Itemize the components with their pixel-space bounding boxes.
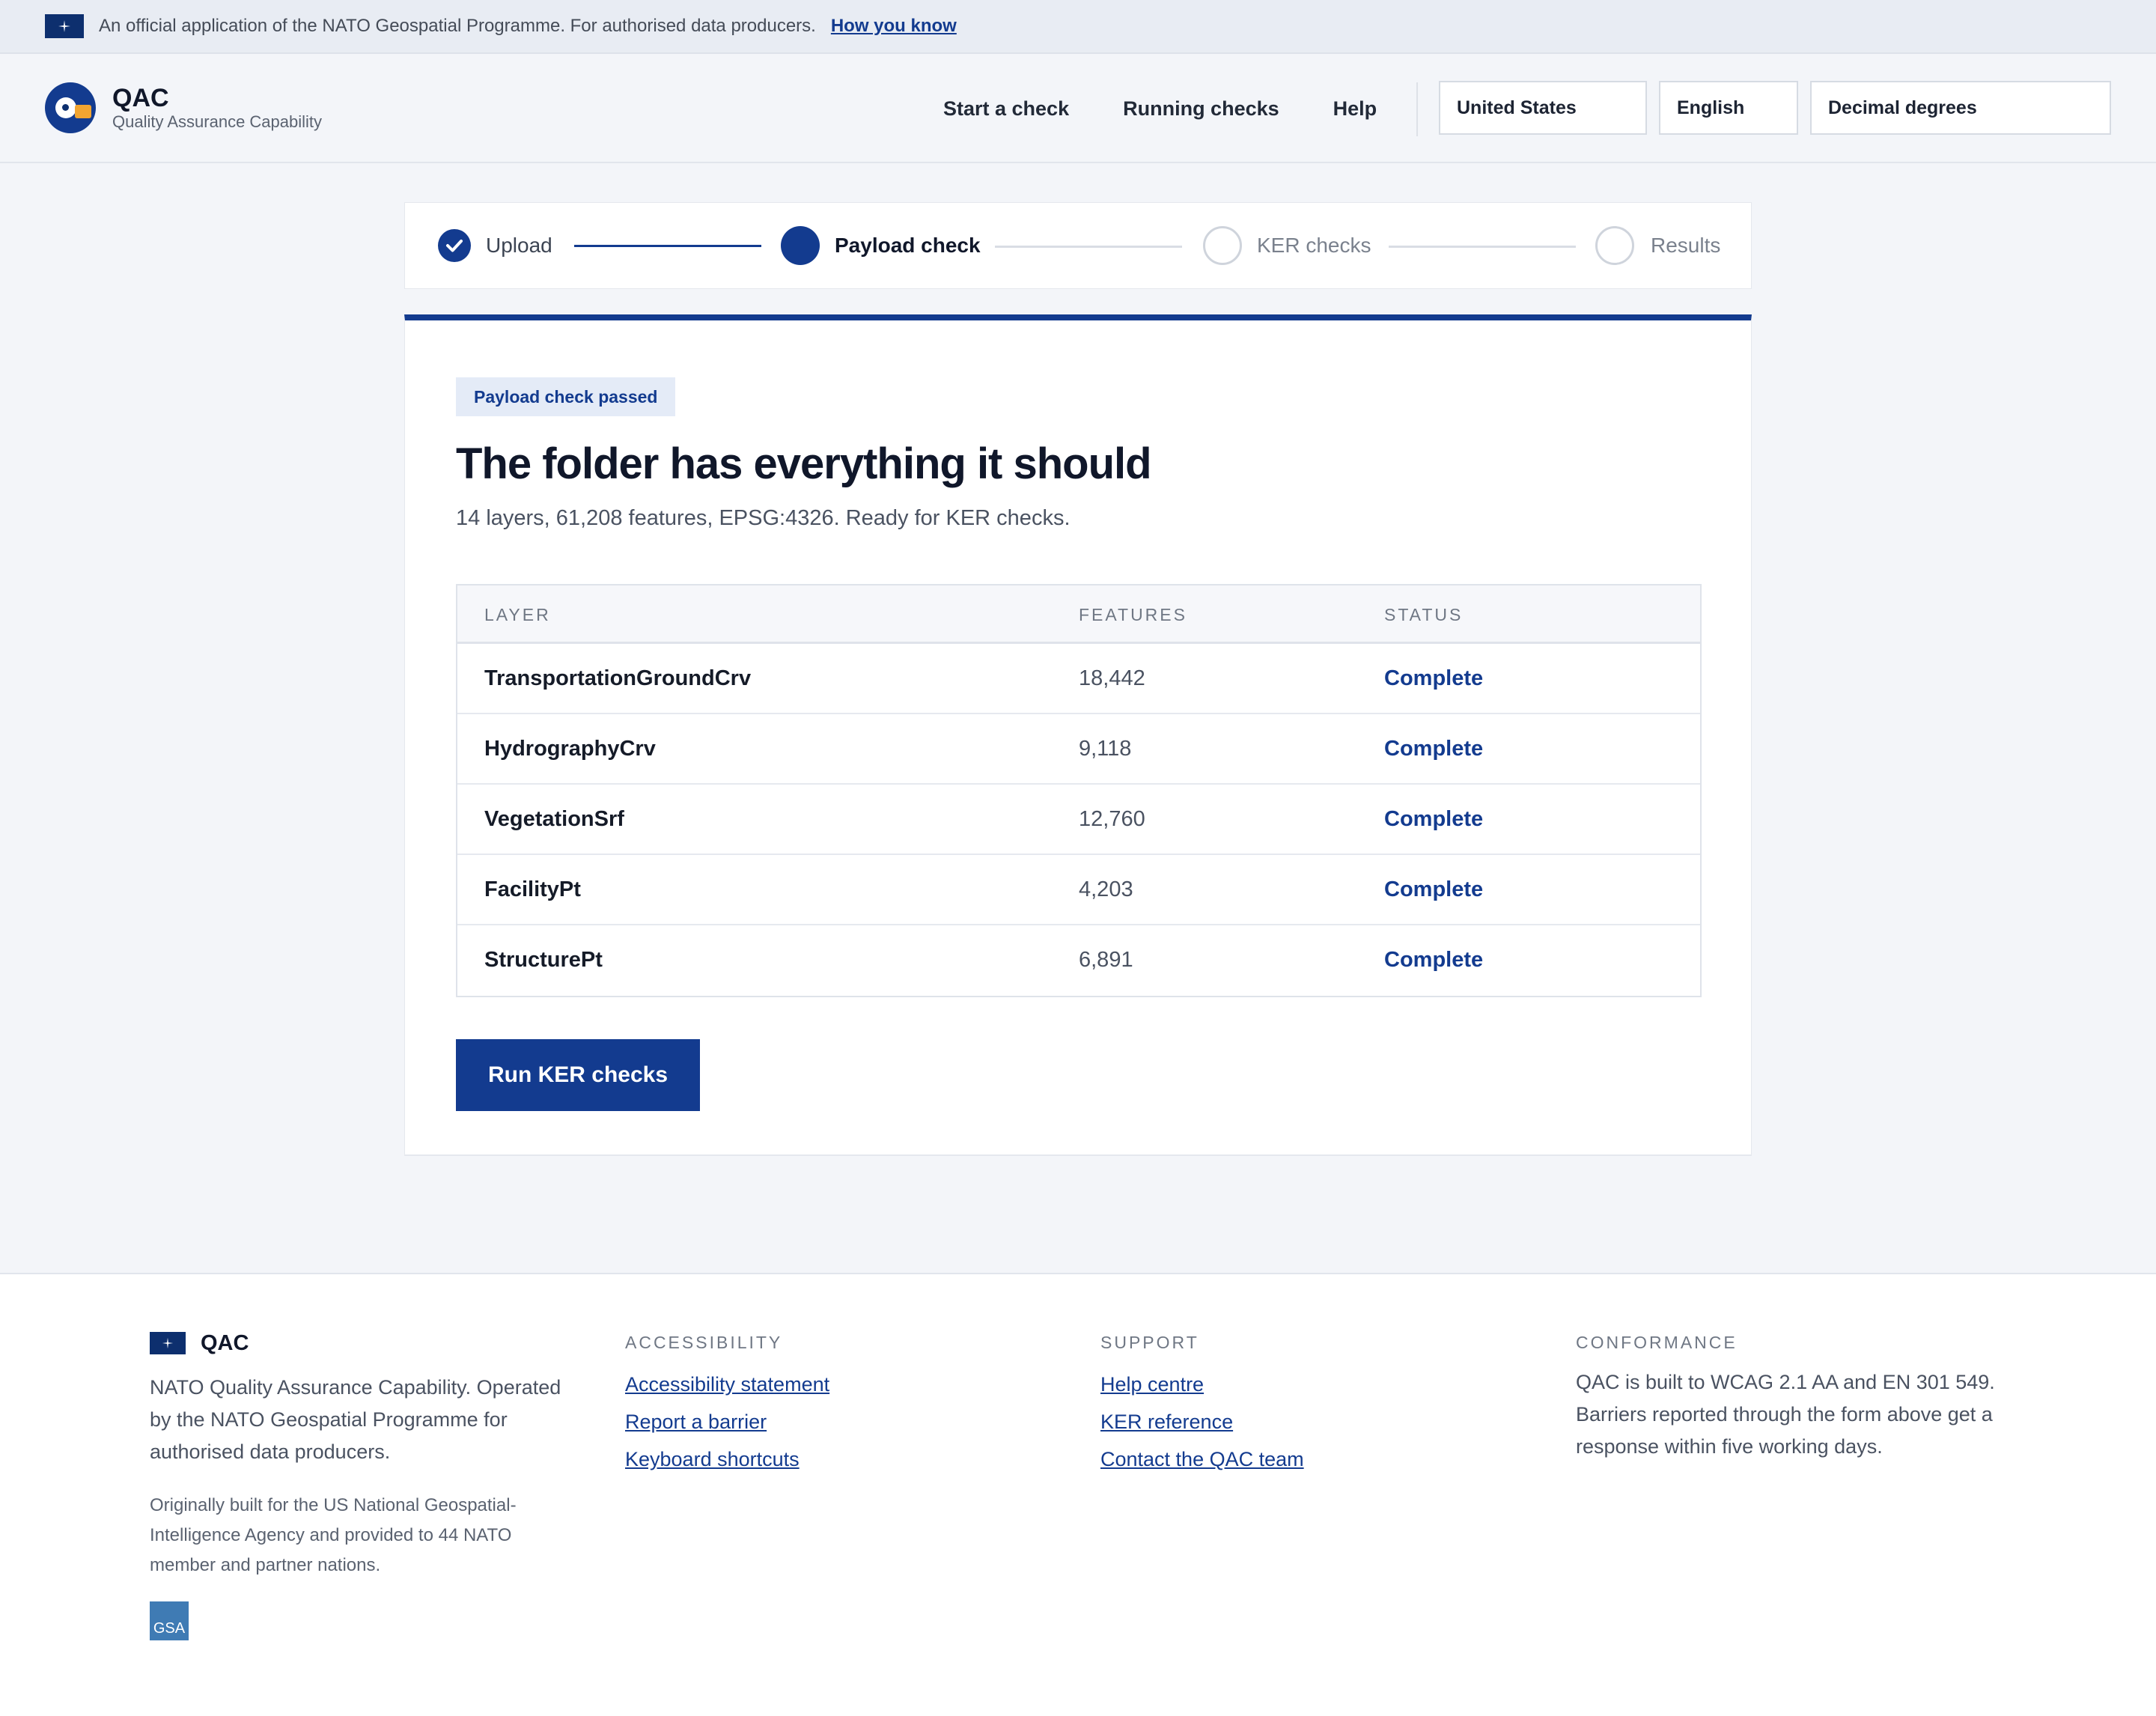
nav-help[interactable]: Help [1333,97,1377,121]
contact-team-link[interactable]: Contact the QAC team [1100,1447,1304,1471]
official-banner: An official application of the NATO Geos… [0,0,2156,54]
table-row: HydrographyCrv 9,118 Complete [457,714,1700,785]
footer-support: SUPPORT Help centre KER reference Contac… [1100,1331,1304,1471]
layer-status: Complete [1384,807,1484,831]
banner-text: An official application of the NATO Geos… [99,16,816,36]
page-summary: 14 layers, 61,208 features, EPSG:4326. R… [456,506,1071,530]
nav-running-checks[interactable]: Running checks [1123,97,1279,121]
table-row: TransportationGroundCrv 18,442 Complete [457,644,1700,714]
step-connector-2 [995,246,1182,248]
feature-count: 4,203 [1079,877,1133,901]
column-header-features: FEATURES [1079,605,1187,624]
step-connector-3 [1389,246,1576,248]
qac-logo-icon[interactable] [45,82,96,133]
table-header: LAYER FEATURES STATUS [457,585,1700,644]
page-title: The folder has everything it should [456,439,1152,488]
country-select[interactable]: United States [1439,81,1647,135]
step-pending-icon [1595,226,1634,265]
column-header-status: STATUS [1384,605,1464,624]
feature-count: 12,760 [1079,807,1145,831]
layer-status: Complete [1384,948,1484,972]
step-payload-check: Payload check [835,234,981,257]
main-nav: Start a check Running checks Help [943,54,1377,163]
accessibility-statement-link[interactable]: Accessibility statement [625,1372,829,1396]
layer-name: FacilityPt [484,877,581,901]
layer-status: Complete [1384,877,1484,901]
progress-stepper: Upload Payload check KER checks Results [404,202,1752,289]
brand-subtitle: Quality Assurance Capability [112,112,323,131]
how-you-know-link[interactable]: How you know [831,16,957,37]
step-ker-checks: KER checks [1257,234,1371,257]
brand-title: QAC [112,84,169,112]
conformance-text: QAC is built to WCAG 2.1 AA and EN 301 5… [1576,1371,1995,1458]
feature-count: 9,118 [1079,737,1132,761]
footer-heading-accessibility: ACCESSIBILITY [625,1333,783,1352]
report-barrier-link[interactable]: Report a barrier [625,1410,829,1434]
layer-name: VegetationSrf [484,807,624,831]
coordinate-format-select[interactable]: Decimal degrees [1810,81,2111,135]
table-row: VegetationSrf 12,760 Complete [457,785,1700,855]
layer-status: Complete [1384,737,1484,761]
feature-count: 6,891 [1079,948,1133,972]
nato-flag-icon [45,14,84,38]
footer-brand: QAC [201,1330,249,1355]
footer-heading-conformance: CONFORMANCE [1576,1333,1738,1352]
column-header-layer: LAYER [484,605,551,624]
table-row: FacilityPt 4,203 Complete [457,855,1700,925]
footer-conformance: CONFORMANCE QAC is built to WCAG 2.1 AA … [1576,1331,2025,1463]
payload-result-card: Payload check passed The folder has ever… [404,314,1752,1156]
layers-table: LAYER FEATURES STATUS TransportationGrou… [456,584,1702,997]
table-row: StructurePt 6,891 Complete [457,925,1700,996]
site-footer: QAC NATO Quality Assurance Capability. O… [0,1273,2156,1716]
gsa-logo: GSA [150,1601,189,1640]
layer-name: HydrographyCrv [484,737,656,761]
layer-status: Complete [1384,666,1484,690]
footer-description: NATO Quality Assurance Capability. Opera… [150,1376,561,1463]
brand: QAC Quality Assurance Capability [112,84,322,132]
layer-name: StructurePt [484,948,603,972]
step-upload-check-icon [438,229,471,262]
step-results: Results [1651,234,1721,257]
run-ker-checks-button[interactable]: Run KER checks [456,1039,700,1111]
nav-start-check[interactable]: Start a check [943,97,1069,121]
step-connector-1 [574,245,761,247]
keyboard-shortcuts-link[interactable]: Keyboard shortcuts [625,1447,829,1471]
language-select[interactable]: English [1659,81,1798,135]
ker-reference-link[interactable]: KER reference [1100,1410,1304,1434]
footer-about: QAC NATO Quality Assurance Capability. O… [150,1331,584,1640]
step-current-icon [781,226,820,265]
footer-accessibility: ACCESSIBILITY Accessibility statement Re… [625,1331,829,1471]
nato-flag-icon [150,1332,186,1354]
step-upload: Upload [486,234,552,257]
step-pending-icon [1203,226,1242,265]
feature-count: 18,442 [1079,666,1145,690]
help-centre-link[interactable]: Help centre [1100,1372,1304,1396]
footer-heading-support: SUPPORT [1100,1333,1199,1352]
footer-origin: Originally built for the US National Geo… [150,1495,517,1575]
nav-divider [1416,82,1418,136]
layer-name: TransportationGroundCrv [484,666,752,690]
status-badge: Payload check passed [456,377,676,416]
